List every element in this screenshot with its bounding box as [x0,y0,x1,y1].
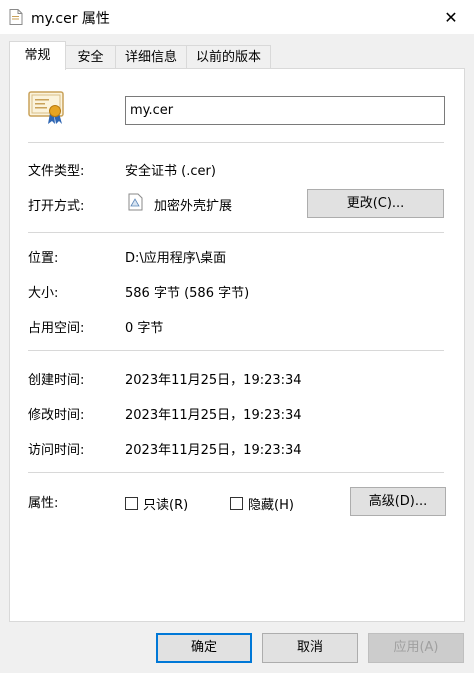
window-title: my.cer 属性 [31,11,110,27]
cancel-button[interactable]: 取消 [262,633,358,663]
created-value: 2023年11月25日，19:23:34 [125,373,302,388]
accessed-value: 2023年11月25日，19:23:34 [125,443,302,458]
general-tab-panel: my.cer 文件类型: 安全证书 (.cer) 打开方式: 加密外壳扩展 更改… [9,68,465,622]
apply-button[interactable]: 应用(A) [368,633,464,663]
tab-details[interactable]: 详细信息 [115,45,187,68]
location-value: D:\应用程序\桌面 [125,251,227,266]
created-label: 创建时间: [28,373,85,388]
size-label: 大小: [28,286,59,301]
advanced-button[interactable]: 高级(D)... [350,487,446,516]
certificate-file-icon [9,9,23,25]
location-label: 位置: [28,251,59,266]
title-bar[interactable]: my.cer 属性 ✕ [0,0,474,34]
separator [28,472,444,473]
tab-general[interactable]: 常规 [9,41,66,70]
attributes-label: 属性: [28,496,59,511]
tab-previous-versions[interactable]: 以前的版本 [186,45,271,68]
change-button[interactable]: 更改(C)... [307,189,444,218]
file-type-label: 文件类型: [28,164,85,179]
separator [28,350,444,351]
size-on-disk-label: 占用空间: [28,321,85,336]
separator [28,142,444,143]
open-with-label: 打开方式: [28,199,85,214]
hidden-checkbox[interactable] [230,497,243,510]
close-icon: ✕ [444,7,458,27]
accessed-label: 访问时间: [28,443,85,458]
modified-value: 2023年11月25日，19:23:34 [125,408,302,423]
readonly-checkbox-label[interactable]: 只读(R) [143,494,188,513]
close-button[interactable]: ✕ [428,0,474,34]
certificate-icon [28,91,64,124]
size-value: 586 字节 (586 字节) [125,286,250,301]
ok-button[interactable]: 确定 [156,633,252,663]
size-on-disk-value: 0 字节 [125,321,164,336]
crypto-shell-extension-icon [128,193,143,211]
separator [28,232,444,233]
file-name-input[interactable]: my.cer [125,96,445,125]
readonly-checkbox[interactable] [125,497,138,510]
tab-security[interactable]: 安全 [65,45,116,68]
open-with-value: 加密外壳扩展 [154,199,233,214]
modified-label: 修改时间: [28,408,85,423]
hidden-checkbox-label[interactable]: 隐藏(H) [248,494,294,513]
file-type-value: 安全证书 (.cer) [125,164,216,179]
tab-strip: 常规 安全 详细信息 以前的版本 [9,41,465,70]
